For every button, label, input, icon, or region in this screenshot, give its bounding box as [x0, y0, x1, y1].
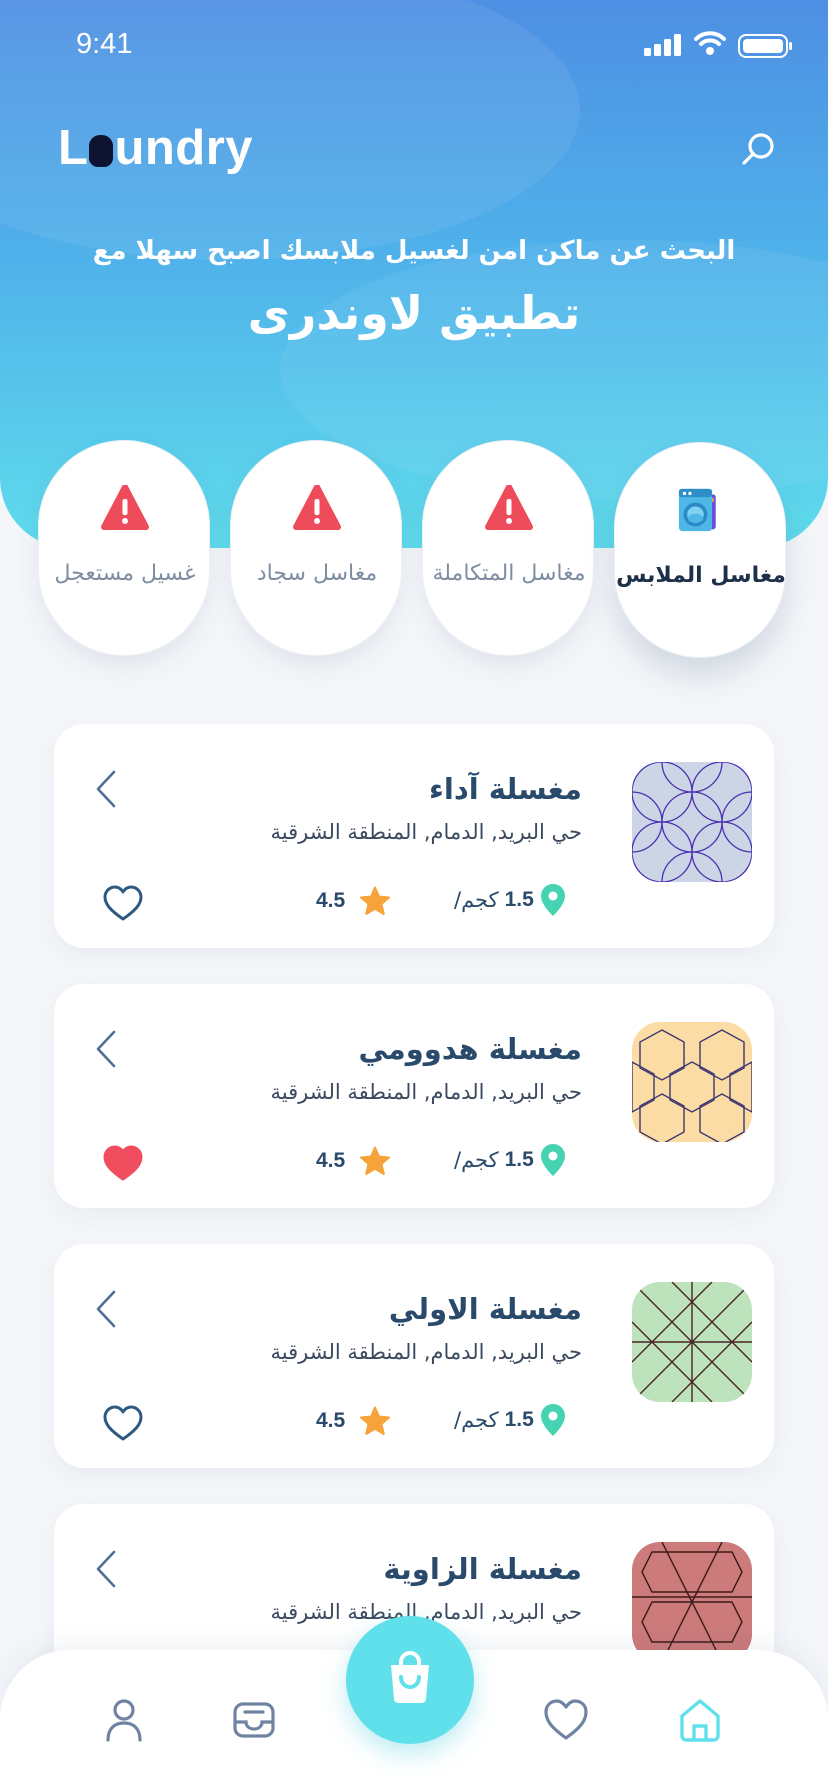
laundry-thumbnail: [632, 1542, 752, 1662]
chevron-left-icon[interactable]: [92, 1028, 122, 1070]
battery-icon: [738, 34, 792, 58]
cart-button[interactable]: [346, 1616, 474, 1744]
rating: 4.5: [316, 1404, 391, 1438]
rating: 4.5: [316, 884, 391, 918]
wifi-icon: [694, 31, 726, 55]
laundry-address: حي البريد, الدمام, المنطقة الشرقية: [270, 1080, 582, 1104]
heart-icon[interactable]: [542, 1696, 590, 1744]
category-row: غسيل مستعجل مغاسل سجاد مغاسل المتكاملة م…: [0, 440, 828, 660]
price-unit: /كجم: [454, 1408, 499, 1432]
laundry-card[interactable]: مغسلة الاولي حي البريد, الدمام, المنطقة …: [54, 1244, 774, 1468]
location-pin-icon: [540, 1144, 565, 1176]
signal-icon: [644, 34, 681, 56]
rating-value: 4.5: [316, 1409, 346, 1432]
laundry-name: مغسلة الاولي: [388, 1292, 582, 1326]
location-pin-icon: [540, 1404, 565, 1436]
hero-title: تطبيق لاوندرى: [247, 286, 581, 340]
laundry-name: مغسلة آداء: [429, 772, 582, 806]
chevron-left-icon[interactable]: [92, 768, 122, 810]
laundry-thumbnail: [632, 1282, 752, 1402]
price-unit: /كجم: [454, 888, 499, 912]
price-value: 1.5: [504, 1148, 534, 1171]
app-logo: L undry: [58, 120, 253, 176]
price: /كجم 1.5: [454, 882, 566, 918]
category-carpet-laundry[interactable]: مغاسل سجاد: [230, 440, 402, 656]
laundry-card[interactable]: مغسلة آداء حي البريد, الدمام, المنطقة ال…: [54, 724, 774, 948]
price: /كجم 1.5: [454, 1142, 566, 1178]
logo-mark-icon: [89, 135, 114, 167]
laundry-name: مغسلة هدوومي: [358, 1032, 582, 1066]
hero-subtitle: البحث عن ماكن امن لغسيل ملابسك اصبح سهلا…: [92, 236, 736, 266]
star-icon: [360, 1146, 391, 1175]
laundry-address: حي البريد, الدمام, المنطقة الشرقية: [270, 1340, 582, 1364]
logo-text-end: undry: [114, 121, 254, 175]
chevron-left-icon[interactable]: [92, 1288, 122, 1330]
star-icon: [360, 1406, 391, 1435]
laundry-address: حي البريد, الدمام, المنطقة الشرقية: [270, 820, 582, 844]
washing-machine-icon: [678, 488, 716, 532]
location-pin-icon: [540, 884, 565, 916]
category-label: غسيل مستعجل: [54, 561, 196, 586]
warning-icon: [101, 485, 149, 530]
favorite-heart-icon[interactable]: [102, 1404, 144, 1442]
chevron-left-icon[interactable]: [92, 1548, 122, 1590]
warning-icon: [485, 485, 533, 530]
laundry-thumbnail: [632, 1022, 752, 1142]
laundry-thumbnail: [632, 762, 752, 882]
shopping-bag-icon: [391, 1650, 429, 1703]
category-label: مغاسل الملابس: [616, 563, 786, 588]
status-bar: 9:41: [0, 0, 828, 92]
rating-value: 4.5: [316, 1149, 346, 1172]
price-unit: /كجم: [454, 1148, 499, 1172]
favorite-heart-icon-active[interactable]: [102, 1144, 144, 1182]
rating: 4.5: [316, 1144, 391, 1178]
laundry-card[interactable]: مغسلة هدوومي حي البريد, الدمام, المنطقة …: [54, 984, 774, 1208]
price-value: 1.5: [504, 1408, 534, 1431]
home-icon[interactable]: [676, 1696, 724, 1744]
laundry-name: مغسلة الزاوية: [383, 1552, 582, 1586]
logo-text-start: L: [58, 121, 89, 175]
favorite-heart-icon[interactable]: [102, 884, 144, 922]
rating-value: 4.5: [316, 889, 346, 912]
price-value: 1.5: [504, 888, 534, 911]
status-time: 9:41: [76, 28, 133, 60]
star-icon: [360, 886, 391, 915]
category-clothes-laundry[interactable]: مغاسل الملابس: [614, 442, 786, 658]
warning-icon: [293, 485, 341, 530]
category-full-service-laundry[interactable]: مغاسل المتكاملة: [422, 440, 594, 656]
price: /كجم 1.5: [454, 1402, 566, 1438]
inbox-icon[interactable]: [230, 1696, 278, 1744]
category-label: مغاسل سجاد: [256, 561, 378, 586]
category-urgent-wash[interactable]: غسيل مستعجل: [38, 440, 210, 656]
user-icon[interactable]: [100, 1696, 148, 1744]
search-icon[interactable]: [736, 128, 780, 172]
category-label: مغاسل المتكاملة: [432, 561, 586, 586]
